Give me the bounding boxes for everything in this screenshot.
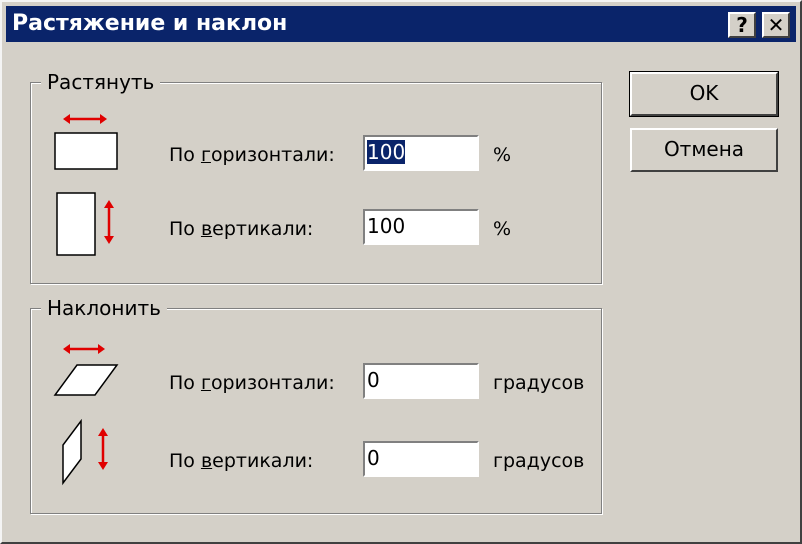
skew-vertical-label: По вертикали: [169,447,313,475]
close-button[interactable]: ✕ [762,12,790,38]
skew-horizontal-icon [53,344,119,396]
stretch-horizontal-icon [54,114,118,170]
label-part: ертикали: [212,218,314,240]
skew-group: Наклонить По горизонтали: 0 градусов По … [30,295,602,514]
dialog-window: Растяжение и наклон ? ✕ Растянуть По гор… [0,0,802,544]
ok-button[interactable]: OK [629,71,779,117]
label-accelerator: г [200,372,211,394]
label-part: По [169,450,201,472]
cancel-button[interactable]: Отмена [630,128,778,172]
stretch-horizontal-label: По горизонтали: [169,141,335,169]
label-part: По [169,218,201,240]
stretch-vertical-input[interactable]: 100 [363,209,479,245]
stretch-horizontal-input[interactable]: 100 [363,135,479,171]
stretch-vertical-label: По вертикали: [169,215,313,243]
label-part: По [169,144,201,166]
title-bar[interactable]: Растяжение и наклон ? ✕ [6,6,796,42]
label-part: оризонтали: [210,372,335,394]
stretch-vertical-unit: % [493,218,512,240]
skew-vertical-unit: градусов [493,450,585,472]
skew-vertical-input[interactable]: 0 [363,441,479,477]
label-part: ертикали: [212,450,314,472]
label-accelerator: в [200,218,213,240]
skew-horizontal-label: По горизонтали: [169,369,335,397]
selected-text: 100 [367,140,406,164]
label-part: По [169,372,201,394]
skew-horizontal-unit: градусов [493,372,585,394]
label-accelerator: г [200,144,211,166]
help-button[interactable]: ? [728,12,756,38]
label-part: оризонтали: [210,144,335,166]
dialog-title: Растяжение и наклон [12,11,288,36]
skew-group-label: Наклонить [41,295,167,321]
stretch-horizontal-unit: % [493,144,512,166]
stretch-group: Растянуть По горизонтали: 100 % По верти… [30,69,602,284]
stretch-vertical-icon [56,192,114,256]
skew-vertical-icon [62,419,108,486]
label-accelerator: в [200,450,213,472]
stretch-group-label: Растянуть [41,69,161,95]
skew-horizontal-input[interactable]: 0 [363,363,479,399]
